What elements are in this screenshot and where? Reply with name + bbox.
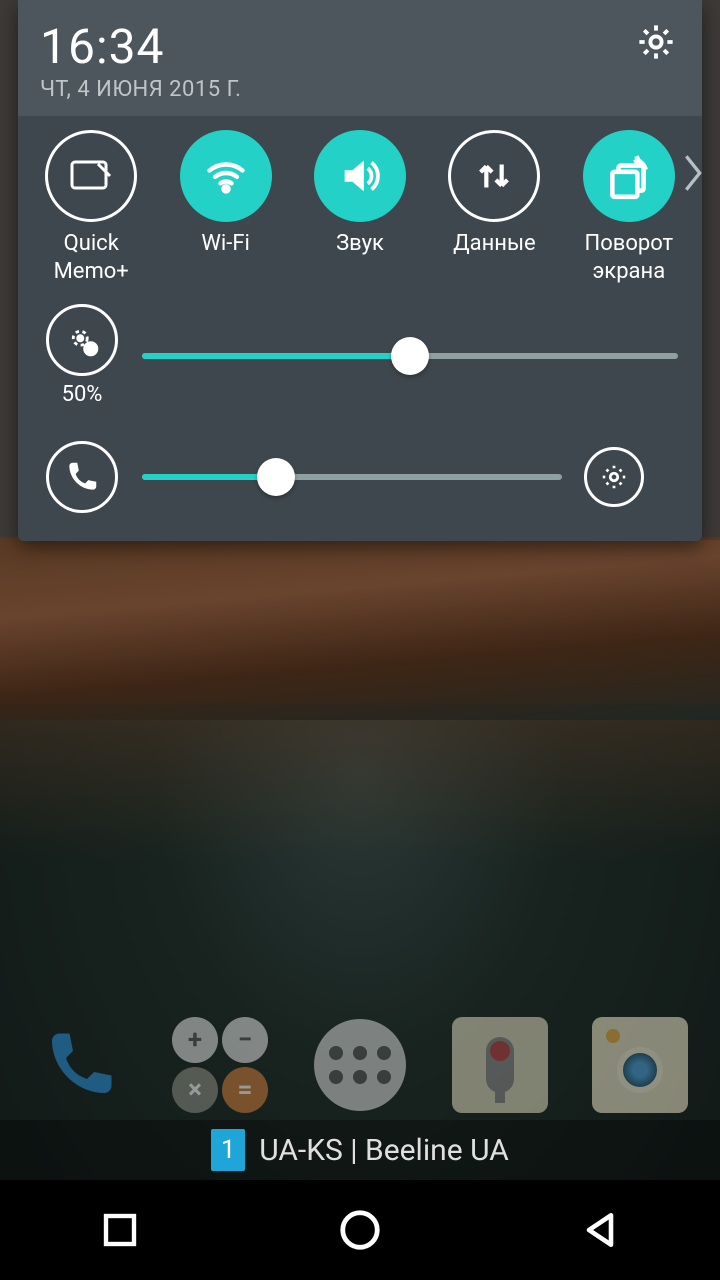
auto-brightness-button[interactable]: C (46, 304, 118, 376)
data-icon (471, 151, 517, 201)
home-icon (337, 1207, 383, 1253)
volume-slider[interactable] (142, 474, 562, 480)
home-dock: +− ×= (0, 1000, 720, 1130)
svg-text:C: C (88, 345, 94, 355)
quick-settings-panel: 16:34 ЧТ, 4 ИЮНЯ 2015 Г. Quick Memo+ (18, 0, 702, 541)
memo-icon (68, 156, 114, 196)
back-button[interactable] (540, 1195, 660, 1265)
carrier-bar: 1 UA-KS | Beeline UA (0, 1120, 720, 1180)
clock-date[interactable]: ЧТ, 4 ИЮНЯ 2015 Г. (40, 77, 241, 102)
carrier-text: UA-KS | Beeline UA (259, 1133, 509, 1168)
brightness-row: C 50% (18, 296, 702, 415)
toggle-data[interactable]: Данные (427, 130, 561, 286)
system-navbar (0, 1180, 720, 1280)
calculator-icon: +− ×= (170, 1015, 270, 1115)
brightness-icon: C (61, 319, 103, 361)
home-button[interactable] (300, 1195, 420, 1265)
ringer-mode-button[interactable] (46, 441, 118, 513)
recents-button[interactable] (60, 1195, 180, 1265)
volume-row (18, 433, 702, 521)
wallpaper-reflection (0, 720, 720, 860)
toggle-label: Данные (453, 230, 536, 286)
toggle-quickmemo[interactable]: Quick Memo+ (24, 130, 158, 286)
calculator-app[interactable]: +− ×= (165, 1010, 275, 1120)
clock-time[interactable]: 16:34 (40, 18, 241, 75)
sound-icon (335, 153, 385, 199)
panel-header: 16:34 ЧТ, 4 ИЮНЯ 2015 Г. (18, 0, 702, 116)
toggles-next-button[interactable] (678, 148, 708, 198)
toggle-label: Звук (336, 230, 384, 286)
toggle-sound[interactable]: Звук (293, 130, 427, 286)
toggle-label: Quick Memo+ (24, 230, 158, 286)
camera-icon (592, 1017, 688, 1113)
settings-button[interactable] (632, 18, 680, 66)
brightness-percent: 50% (62, 382, 103, 407)
recorder-app[interactable] (445, 1010, 555, 1120)
wifi-icon (199, 154, 253, 198)
brightness-thumb[interactable] (391, 337, 429, 375)
volume-settings-button[interactable] (584, 447, 644, 507)
brightness-fill (142, 353, 410, 359)
toggle-wifi[interactable]: Wi-Fi (158, 130, 292, 286)
volume-thumb[interactable] (257, 458, 295, 496)
apps-icon (314, 1019, 406, 1111)
gear-icon (599, 462, 629, 492)
chevron-right-icon (683, 153, 703, 193)
back-icon (578, 1208, 622, 1252)
camera-app[interactable] (585, 1010, 695, 1120)
brightness-slider[interactable] (142, 353, 678, 359)
gear-icon (635, 21, 677, 63)
volume-fill (142, 474, 276, 480)
toggle-label: Поворот экрана (562, 230, 696, 286)
toggle-label: Wi-Fi (201, 230, 249, 286)
recorder-icon (452, 1017, 548, 1113)
rotate-icon (604, 151, 654, 201)
toggle-rotate[interactable]: Поворот экрана (562, 130, 696, 286)
wallpaper-mountain (0, 540, 720, 740)
phone-app-icon (38, 1023, 122, 1107)
phone-icon (63, 458, 101, 496)
phone-app[interactable] (25, 1010, 135, 1120)
app-drawer-button[interactable] (305, 1010, 415, 1120)
sim-badge: 1 (211, 1129, 245, 1171)
recents-icon (99, 1209, 141, 1251)
quick-toggles-row: Quick Memo+ Wi-Fi Звук (18, 116, 702, 286)
